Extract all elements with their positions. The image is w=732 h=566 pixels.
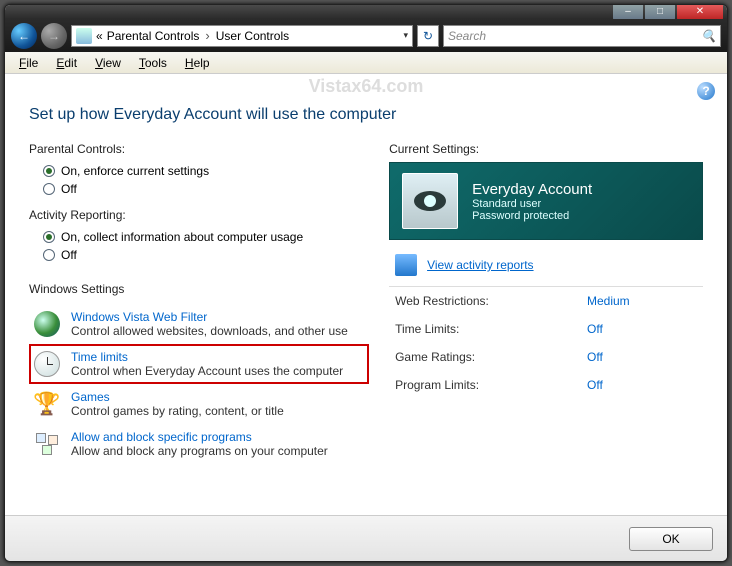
refresh-button[interactable]: ↻ bbox=[417, 25, 439, 47]
forward-button[interactable]: → bbox=[41, 23, 67, 49]
row-game-key: Game Ratings: bbox=[395, 350, 587, 364]
row-game-value[interactable]: Off bbox=[587, 350, 697, 364]
radio-icon bbox=[43, 183, 55, 195]
parental-off-option[interactable]: Off bbox=[29, 180, 369, 198]
breadcrumb-item-parental[interactable]: Parental Controls bbox=[107, 29, 200, 43]
avatar bbox=[402, 173, 458, 229]
account-name: Everyday Account bbox=[472, 181, 592, 198]
footer: OK bbox=[5, 515, 727, 561]
row-time: Time Limits: Off bbox=[389, 315, 703, 343]
trophy-icon: 🏆 bbox=[33, 390, 61, 418]
search-placeholder: Search bbox=[448, 29, 486, 43]
ws-time-title: Time limits bbox=[71, 350, 343, 364]
parental-off-label: Off bbox=[61, 182, 77, 196]
menu-tools-label: ools bbox=[145, 56, 167, 70]
close-button[interactable]: ✕ bbox=[677, 4, 723, 20]
breadcrumb[interactable]: « Parental Controls User Controls ▾ bbox=[71, 25, 413, 47]
ws-programs[interactable]: Allow and block specific programs Allow … bbox=[29, 424, 369, 464]
navbar: ← → « Parental Controls User Controls ▾ … bbox=[5, 19, 727, 52]
minimize-button[interactable]: – bbox=[613, 4, 643, 20]
watermark: Vistax64.com bbox=[5, 76, 727, 97]
search-input[interactable]: Search 🔍 bbox=[443, 25, 721, 47]
activity-reports-row: View activity reports bbox=[389, 240, 703, 286]
activity-on-label: On, collect information about computer u… bbox=[61, 230, 303, 244]
activity-off-label: Off bbox=[61, 248, 77, 262]
parental-on-option[interactable]: On, enforce current settings bbox=[29, 162, 369, 180]
account-password: Password protected bbox=[472, 210, 592, 222]
breadcrumb-root-sep: « bbox=[96, 29, 103, 43]
menu-view[interactable]: View bbox=[87, 54, 129, 72]
menubar: File Edit View Tools Help bbox=[5, 52, 727, 74]
parental-on-label: On, enforce current settings bbox=[61, 164, 209, 178]
right-column: Current Settings: Everyday Account Stand… bbox=[389, 142, 703, 464]
ws-prog-desc: Allow and block any programs on your com… bbox=[71, 444, 328, 458]
row-game: Game Ratings: Off bbox=[389, 343, 703, 371]
row-prog-value[interactable]: Off bbox=[587, 378, 697, 392]
breadcrumb-item-user[interactable]: User Controls bbox=[216, 29, 289, 43]
radio-icon bbox=[43, 249, 55, 261]
row-time-value[interactable]: Off bbox=[587, 322, 697, 336]
maximize-button[interactable]: □ bbox=[645, 4, 675, 20]
menu-help-label: elp bbox=[194, 56, 210, 70]
breadcrumb-separator bbox=[203, 28, 211, 43]
parental-heading: Parental Controls: bbox=[29, 142, 369, 156]
content: Vistax64.com ? Set up how Everyday Accou… bbox=[5, 74, 727, 515]
radio-selected-icon bbox=[43, 165, 55, 177]
search-icon[interactable]: 🔍 bbox=[701, 29, 716, 43]
control-panel-icon bbox=[76, 28, 92, 44]
settings-table: Web Restrictions: Medium Time Limits: Of… bbox=[389, 286, 703, 399]
ws-time-desc: Control when Everyday Account uses the c… bbox=[71, 364, 343, 378]
ws-web-desc: Control allowed websites, downloads, and… bbox=[71, 324, 348, 338]
ws-web-filter[interactable]: Windows Vista Web Filter Control allowed… bbox=[29, 304, 369, 344]
titlebar: – □ ✕ bbox=[5, 5, 727, 19]
row-web: Web Restrictions: Medium bbox=[389, 287, 703, 315]
ws-web-title: Windows Vista Web Filter bbox=[71, 310, 348, 324]
row-prog: Program Limits: Off bbox=[389, 371, 703, 399]
clock-icon bbox=[33, 350, 61, 378]
ws-games-title: Games bbox=[71, 390, 284, 404]
left-column: Parental Controls: On, enforce current s… bbox=[29, 142, 369, 464]
activity-on-option[interactable]: On, collect information about computer u… bbox=[29, 228, 369, 246]
ok-button[interactable]: OK bbox=[629, 527, 713, 551]
breadcrumb-dropdown[interactable]: ▾ bbox=[403, 30, 408, 41]
account-card: Everyday Account Standard user Password … bbox=[389, 162, 703, 240]
window: – □ ✕ ← → « Parental Controls User Contr… bbox=[4, 4, 728, 562]
activity-heading: Activity Reporting: bbox=[29, 208, 369, 222]
activity-off-option[interactable]: Off bbox=[29, 246, 369, 264]
menu-file[interactable]: File bbox=[11, 54, 46, 72]
back-button[interactable]: ← bbox=[11, 23, 37, 49]
row-time-key: Time Limits: bbox=[395, 322, 587, 336]
row-prog-key: Program Limits: bbox=[395, 378, 587, 392]
windows-settings-heading: Windows Settings bbox=[29, 282, 369, 296]
view-activity-link[interactable]: View activity reports bbox=[427, 258, 533, 272]
current-settings-heading: Current Settings: bbox=[389, 142, 703, 156]
ws-games[interactable]: 🏆 Games Control games by rating, content… bbox=[29, 384, 369, 424]
ws-time-limits[interactable]: Time limits Control when Everyday Accoun… bbox=[29, 344, 369, 384]
help-icon[interactable]: ? bbox=[697, 82, 715, 100]
row-web-key: Web Restrictions: bbox=[395, 294, 587, 308]
account-type: Standard user bbox=[472, 198, 592, 210]
ws-prog-title: Allow and block specific programs bbox=[71, 430, 328, 444]
page-title: Set up how Everyday Account will use the… bbox=[29, 106, 703, 124]
avatar-icon bbox=[410, 181, 450, 221]
radio-selected-icon bbox=[43, 231, 55, 243]
menu-edit[interactable]: Edit bbox=[48, 54, 85, 72]
menu-file-label: ile bbox=[26, 56, 38, 70]
blocks-icon bbox=[33, 430, 61, 458]
menu-view-label: iew bbox=[103, 56, 121, 70]
menu-help[interactable]: Help bbox=[177, 54, 218, 72]
menu-tools[interactable]: Tools bbox=[131, 54, 175, 72]
ws-games-desc: Control games by rating, content, or tit… bbox=[71, 404, 284, 418]
report-icon bbox=[395, 254, 417, 276]
menu-edit-label: dit bbox=[64, 56, 77, 70]
row-web-value[interactable]: Medium bbox=[587, 294, 697, 308]
globe-icon bbox=[33, 310, 61, 338]
